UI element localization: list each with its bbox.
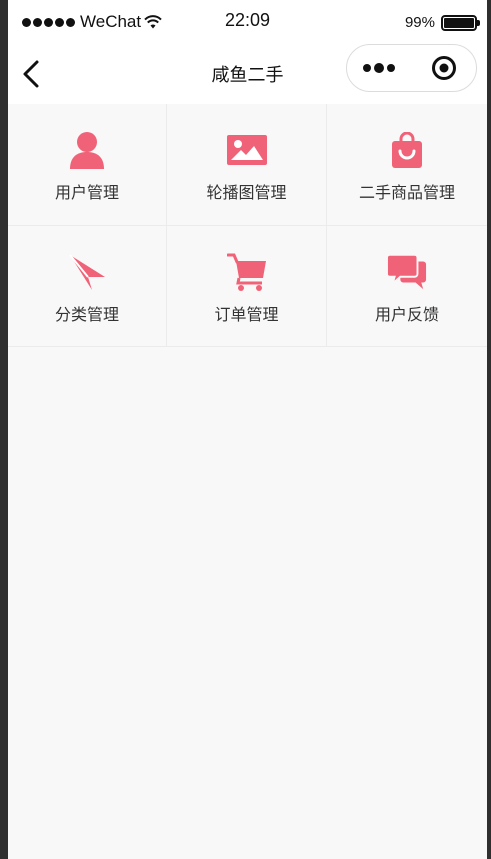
more-dots-icon [363,63,396,73]
cart-icon [226,252,267,292]
menu-item-label: 用户管理 [54,183,119,202]
image-icon [226,130,267,170]
nav-bar: 咸鱼二手 [8,44,487,104]
menu-item-label: 二手商品管理 [358,183,455,202]
menu-item-label: 分类管理 [54,305,119,324]
more-button[interactable] [347,45,412,91]
menu-item-category-management[interactable]: 分类管理 [8,226,167,347]
chat-bubbles-icon [387,252,427,292]
admin-menu-grid: 用户管理 轮播图管理 二手商品管理 分类管理 订单管理 用户反馈 [8,104,487,347]
menu-item-goods-management[interactable]: 二手商品管理 [327,104,487,226]
menu-item-label: 轮播图管理 [206,183,287,202]
menu-item-label: 订单管理 [214,305,279,324]
status-bar: WeChat 22:09 99% [8,0,487,44]
menu-item-user-management[interactable]: 用户管理 [8,104,167,226]
phone-screen: WeChat 22:09 99% 咸鱼二手 用户管理 轮播图管理 二手商品管理 … [8,0,487,859]
battery-percent: 99% [404,14,435,31]
user-icon [67,130,107,170]
menu-item-feedback[interactable]: 用户反馈 [327,226,487,347]
menu-item-banner-management[interactable]: 轮播图管理 [167,104,327,226]
paper-plane-icon [67,252,107,292]
shopping-bag-icon [387,130,427,170]
battery-icon [441,14,480,31]
target-close-icon [431,56,456,80]
close-button[interactable] [412,45,477,91]
mini-program-capsule [346,44,477,92]
menu-item-order-management[interactable]: 订单管理 [167,226,327,347]
menu-item-label: 用户反馈 [374,305,439,324]
battery-group: 99% [404,14,480,31]
